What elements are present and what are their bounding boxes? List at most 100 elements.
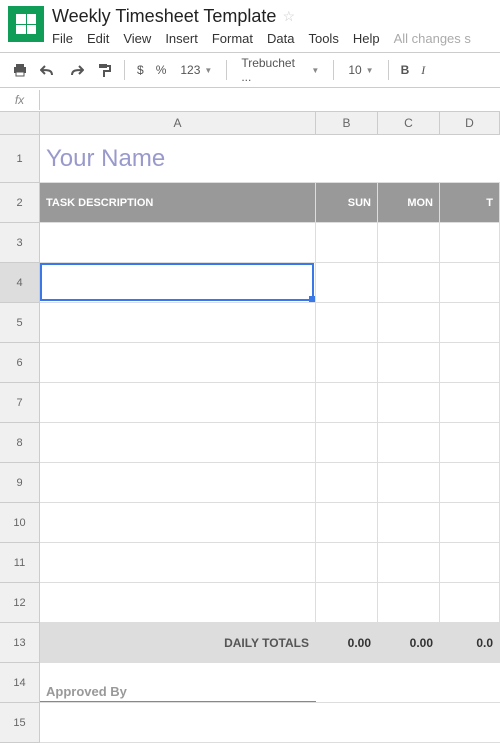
cell[interactable] (316, 663, 378, 702)
cell[interactable] (316, 583, 378, 622)
cell[interactable] (378, 463, 440, 502)
row-header[interactable]: 7 (0, 383, 39, 423)
menu-insert[interactable]: Insert (165, 31, 198, 46)
row-header[interactable]: 11 (0, 543, 39, 583)
cell[interactable] (316, 383, 378, 422)
menu-format[interactable]: Format (212, 31, 253, 46)
cell[interactable] (40, 543, 316, 582)
row-header[interactable]: 10 (0, 503, 39, 543)
row-header[interactable]: 6 (0, 343, 39, 383)
row-header[interactable]: 5 (0, 303, 39, 343)
cell-a2[interactable]: TASK DESCRIPTION (40, 183, 316, 222)
italic-button[interactable]: I (417, 63, 429, 78)
cell[interactable] (40, 343, 316, 382)
cell[interactable] (316, 223, 378, 262)
cell-d13[interactable]: 0.0 (440, 623, 500, 662)
cell[interactable] (440, 423, 500, 462)
row-header[interactable]: 2 (0, 183, 39, 223)
cell[interactable] (316, 703, 378, 742)
cell[interactable] (378, 583, 440, 622)
menu-help[interactable]: Help (353, 31, 380, 46)
bold-button[interactable]: B (397, 63, 414, 77)
font-family-dropdown[interactable]: Trebuchet ...▼ (235, 54, 325, 86)
row-header[interactable]: 4 (0, 263, 39, 303)
cell[interactable] (440, 583, 500, 622)
menu-edit[interactable]: Edit (87, 31, 109, 46)
menu-view[interactable]: View (123, 31, 151, 46)
format-currency[interactable]: $ (133, 63, 148, 77)
cell[interactable] (40, 503, 316, 542)
cell[interactable] (316, 343, 378, 382)
row-header[interactable]: 1 (0, 135, 39, 183)
cell[interactable] (440, 263, 500, 302)
cell[interactable] (40, 423, 316, 462)
select-all-corner[interactable] (0, 112, 40, 134)
cell[interactable] (40, 583, 316, 622)
row-header[interactable]: 15 (0, 703, 39, 743)
cell-a14[interactable]: Approved By (40, 663, 316, 702)
cell[interactable] (440, 463, 500, 502)
document-title[interactable]: Weekly Timesheet Template (52, 6, 276, 27)
cell[interactable] (316, 423, 378, 462)
formula-input[interactable] (40, 90, 500, 110)
print-icon[interactable] (8, 58, 32, 82)
cell[interactable] (40, 383, 316, 422)
cell[interactable] (378, 423, 440, 462)
cell[interactable] (378, 503, 440, 542)
cell[interactable] (378, 543, 440, 582)
cell-c2[interactable]: MON (378, 183, 440, 222)
paint-format-icon[interactable] (92, 58, 116, 82)
cell[interactable] (316, 543, 378, 582)
cell-a1[interactable]: Your Name (40, 135, 316, 182)
cell[interactable] (378, 223, 440, 262)
cell-a13[interactable]: DAILY TOTALS (40, 623, 316, 662)
cell[interactable] (316, 503, 378, 542)
cell[interactable] (440, 343, 500, 382)
cell[interactable] (40, 303, 316, 342)
cell[interactable] (40, 223, 316, 262)
cell[interactable] (440, 383, 500, 422)
cell[interactable] (440, 223, 500, 262)
row-header[interactable]: 13 (0, 623, 39, 663)
cell[interactable] (40, 463, 316, 502)
cell-b13[interactable]: 0.00 (316, 623, 378, 662)
cell-c13[interactable]: 0.00 (378, 623, 440, 662)
col-header-d[interactable]: D (440, 112, 500, 134)
cell-d1[interactable] (440, 135, 500, 182)
undo-icon[interactable] (36, 58, 60, 82)
menu-data[interactable]: Data (267, 31, 294, 46)
format-number[interactable]: 123▼ (174, 61, 218, 79)
menu-file[interactable]: File (52, 31, 73, 46)
menu-tools[interactable]: Tools (308, 31, 338, 46)
cell[interactable] (378, 303, 440, 342)
cell[interactable] (378, 263, 440, 302)
cell[interactable] (378, 383, 440, 422)
redo-icon[interactable] (64, 58, 88, 82)
cell[interactable] (378, 343, 440, 382)
cell-c1[interactable] (378, 135, 440, 182)
row-header[interactable]: 14 (0, 663, 39, 703)
cell[interactable] (40, 263, 316, 302)
row-header[interactable]: 9 (0, 463, 39, 503)
row-header[interactable]: 12 (0, 583, 39, 623)
cell-d2[interactable]: T (440, 183, 500, 222)
cell[interactable] (440, 543, 500, 582)
cell-b1[interactable] (316, 135, 378, 182)
cell[interactable] (440, 703, 500, 742)
cell[interactable] (316, 463, 378, 502)
row-header[interactable]: 8 (0, 423, 39, 463)
cell[interactable] (378, 703, 440, 742)
cell[interactable] (440, 303, 500, 342)
col-header-c[interactable]: C (378, 112, 440, 134)
star-icon[interactable]: ☆ (282, 8, 295, 25)
cell[interactable] (316, 263, 378, 302)
font-size-dropdown[interactable]: 10▼ (342, 61, 379, 79)
cell[interactable] (316, 303, 378, 342)
sheets-logo[interactable] (8, 6, 44, 42)
cell-b2[interactable]: SUN (316, 183, 378, 222)
cell[interactable] (378, 663, 440, 702)
cell[interactable] (40, 703, 316, 742)
cell[interactable] (440, 503, 500, 542)
col-header-b[interactable]: B (316, 112, 378, 134)
col-header-a[interactable]: A (40, 112, 316, 134)
